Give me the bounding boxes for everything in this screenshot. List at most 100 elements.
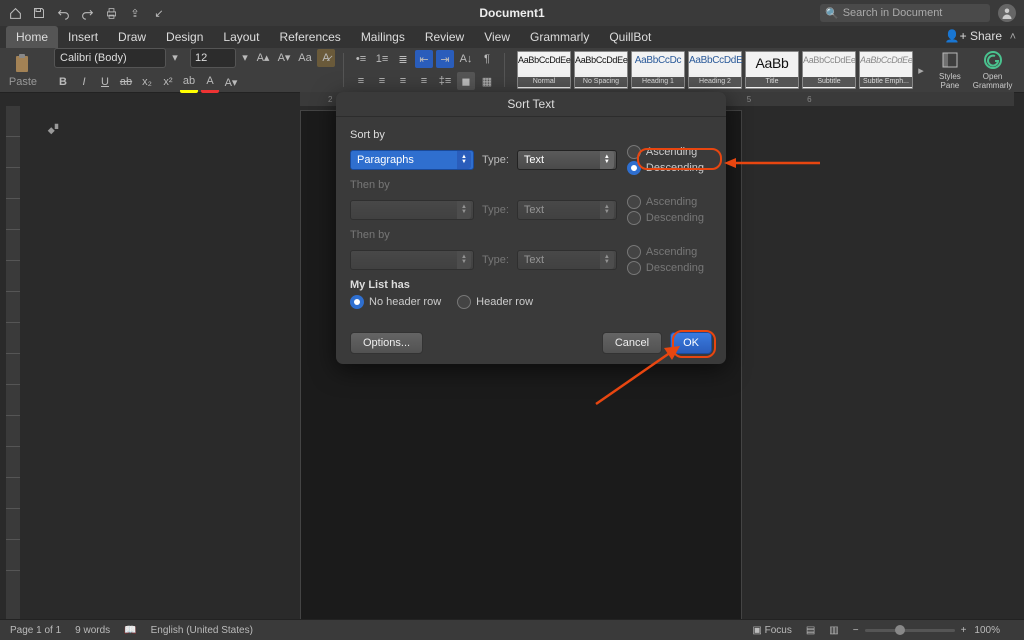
tab-layout[interactable]: Layout bbox=[213, 26, 269, 48]
styles-pane-button[interactable]: Styles Pane bbox=[939, 50, 961, 90]
focus-mode[interactable]: ▣ Focus bbox=[752, 625, 791, 636]
then-by-label-1: Then by bbox=[350, 179, 712, 191]
text-effects-icon[interactable]: A▾ bbox=[222, 73, 240, 91]
tab-view[interactable]: View bbox=[474, 26, 520, 48]
decrease-font-icon[interactable]: A▾ bbox=[275, 49, 293, 67]
radio-ascending-2: Ascending bbox=[627, 195, 704, 209]
paste-button[interactable]: Paste bbox=[6, 53, 40, 88]
superscript-icon[interactable]: x² bbox=[159, 73, 177, 91]
sort-icon[interactable]: A↓ bbox=[457, 50, 475, 68]
tab-quillbot[interactable]: QuillBot bbox=[599, 26, 661, 48]
user-avatar[interactable] bbox=[998, 4, 1016, 22]
increase-font-icon[interactable]: A▴ bbox=[254, 49, 272, 67]
increase-indent-icon[interactable]: ⇥ bbox=[436, 50, 454, 68]
format-icon[interactable]: ↙ bbox=[152, 6, 166, 20]
then-by-field-combo-2: ▲▼ bbox=[350, 250, 474, 270]
annotation-highlight-descending bbox=[637, 148, 722, 170]
redo-icon[interactable] bbox=[80, 6, 94, 20]
change-case-icon[interactable]: Aa bbox=[296, 49, 314, 67]
cancel-button[interactable]: Cancel bbox=[602, 332, 662, 354]
font-color-icon[interactable]: A bbox=[201, 72, 219, 93]
view-print-icon[interactable]: ▤ bbox=[806, 625, 815, 636]
styles-gallery: AaBbCcDdEeNormal AaBbCcDdEeNo Spacing Aa… bbox=[517, 51, 913, 89]
print-icon[interactable] bbox=[104, 6, 118, 20]
strike-icon[interactable]: ab bbox=[117, 73, 135, 91]
search-box[interactable]: 🔍 Search in Document bbox=[820, 4, 990, 22]
tab-draw[interactable]: Draw bbox=[108, 26, 156, 48]
zoom-slider[interactable] bbox=[865, 629, 955, 632]
show-marks-icon[interactable]: ¶ bbox=[478, 50, 496, 68]
numbering-icon[interactable]: 1≡ bbox=[373, 50, 391, 68]
collapse-ribbon-icon[interactable]: ˄ bbox=[1010, 31, 1016, 43]
search-icon: 🔍 bbox=[825, 7, 839, 20]
font-size-dropdown-icon[interactable]: ▾ bbox=[239, 49, 251, 67]
view-web-icon[interactable]: ▥ bbox=[829, 625, 838, 636]
style-title[interactable]: AaBbTitle bbox=[745, 51, 799, 89]
vertical-ruler[interactable] bbox=[6, 106, 20, 620]
open-grammarly-button[interactable]: Open Grammarly bbox=[973, 50, 1013, 90]
titlebar: ⇪ ↙ Document1 🔍 Search in Document bbox=[0, 0, 1024, 26]
chevron-updown-icon: ▲▼ bbox=[600, 251, 614, 269]
chevron-updown-icon: ▲▼ bbox=[457, 151, 471, 169]
options-button[interactable]: Options... bbox=[350, 332, 423, 354]
style-heading2[interactable]: AaBbCcDdEHeading 2 bbox=[688, 51, 742, 89]
line-spacing-icon[interactable]: ‡≡ bbox=[436, 72, 454, 90]
share-icon[interactable]: ⇪ bbox=[128, 6, 142, 20]
more-styles-icon[interactable]: ▸ bbox=[915, 52, 927, 88]
home-icon[interactable] bbox=[8, 6, 22, 20]
clear-formatting-icon[interactable]: A̷ bbox=[317, 49, 335, 67]
bullets-icon[interactable]: •≡ bbox=[352, 50, 370, 68]
shading-icon[interactable]: ◼ bbox=[457, 72, 475, 90]
decrease-indent-icon[interactable]: ⇤ bbox=[415, 50, 433, 68]
style-subtleemph[interactable]: AaBbCcDdEeSubtle Emph... bbox=[859, 51, 913, 89]
justify-icon[interactable]: ≡ bbox=[415, 72, 433, 90]
radio-descending-2: Descending bbox=[627, 211, 704, 225]
format-painter-icon[interactable] bbox=[46, 122, 60, 136]
search-placeholder: Search in Document bbox=[843, 7, 943, 19]
radio-ascending-3: Ascending bbox=[627, 245, 704, 259]
sort-by-label: Sort by bbox=[350, 129, 712, 141]
style-subtitle[interactable]: AaBbCcDdEeSubtitle bbox=[802, 51, 856, 89]
sort-by-type-combo[interactable]: Text▲▼ bbox=[517, 150, 617, 170]
tab-review[interactable]: Review bbox=[415, 26, 474, 48]
borders-icon[interactable]: ▦ bbox=[478, 72, 496, 90]
align-center-icon[interactable]: ≡ bbox=[373, 72, 391, 90]
radio-no-header[interactable]: No header row bbox=[350, 295, 441, 309]
align-left-icon[interactable]: ≡ bbox=[352, 72, 370, 90]
then-by-type-combo-2: Text▲▼ bbox=[517, 250, 617, 270]
tab-home[interactable]: Home bbox=[6, 26, 58, 48]
zoom-level[interactable]: 100% bbox=[974, 625, 1000, 636]
radio-header[interactable]: Header row bbox=[457, 295, 533, 309]
tab-insert[interactable]: Insert bbox=[58, 26, 108, 48]
undo-icon[interactable] bbox=[56, 6, 70, 20]
ribbon-tabs: Home Insert Draw Design Layout Reference… bbox=[0, 26, 1024, 48]
status-language[interactable]: English (United States) bbox=[151, 625, 253, 636]
save-icon[interactable] bbox=[32, 6, 46, 20]
subscript-icon[interactable]: x₂ bbox=[138, 73, 156, 91]
style-normal[interactable]: AaBbCcDdEeNormal bbox=[517, 51, 571, 89]
status-bar: Page 1 of 1 9 words 📖 English (United St… bbox=[0, 619, 1024, 640]
status-words[interactable]: 9 words bbox=[75, 625, 110, 636]
tab-design[interactable]: Design bbox=[156, 26, 213, 48]
italic-icon[interactable]: I bbox=[75, 73, 93, 91]
bold-icon[interactable]: B bbox=[54, 73, 72, 91]
share-button[interactable]: 👤+ Share bbox=[945, 29, 1002, 43]
radio-descending-3: Descending bbox=[627, 261, 704, 275]
style-nospacing[interactable]: AaBbCcDdEeNo Spacing bbox=[574, 51, 628, 89]
style-heading1[interactable]: AaBbCcDcHeading 1 bbox=[631, 51, 685, 89]
tab-references[interactable]: References bbox=[269, 26, 350, 48]
align-right-icon[interactable]: ≡ bbox=[394, 72, 412, 90]
font-name-dropdown-icon[interactable]: ▾ bbox=[169, 49, 181, 67]
tab-grammarly[interactable]: Grammarly bbox=[520, 26, 599, 48]
tab-mailings[interactable]: Mailings bbox=[351, 26, 415, 48]
spellcheck-icon[interactable]: 📖 bbox=[124, 625, 136, 636]
font-size-combo[interactable]: 12 bbox=[190, 48, 236, 68]
status-page[interactable]: Page 1 of 1 bbox=[10, 625, 61, 636]
zoom-in-icon[interactable]: + bbox=[961, 625, 967, 636]
highlight-icon[interactable]: ab bbox=[180, 72, 198, 93]
multilevel-icon[interactable]: ≣ bbox=[394, 50, 412, 68]
font-name-combo[interactable]: Calibri (Body) bbox=[54, 48, 166, 68]
sort-by-field-combo[interactable]: Paragraphs▲▼ bbox=[350, 150, 474, 170]
zoom-out-icon[interactable]: − bbox=[853, 625, 859, 636]
underline-icon[interactable]: U bbox=[96, 73, 114, 91]
